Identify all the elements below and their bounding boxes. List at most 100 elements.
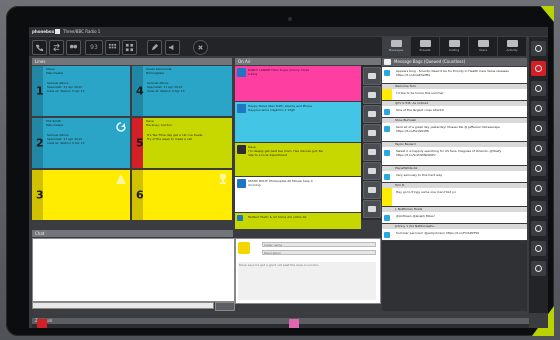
more-button[interactable] <box>531 261 546 276</box>
warning-icon <box>116 174 126 184</box>
twitter-icon <box>384 150 390 156</box>
twitter-icon <box>384 70 390 76</box>
chat-button[interactable] <box>531 201 546 216</box>
on-air-message[interactable]: Happy Steve likes Trafic Liberty and Pho… <box>235 102 361 142</box>
twitter-icon <box>384 109 390 115</box>
record-button[interactable] <box>531 121 546 136</box>
accept-button[interactable] <box>363 67 381 85</box>
on-air-message[interactable]: RANDY LANNIE Hello Super Johnny Amaz Lut… <box>235 66 361 101</box>
keypad-icon[interactable] <box>105 40 120 55</box>
print-button[interactable] <box>363 181 381 199</box>
refresh-icon[interactable] <box>115 121 127 133</box>
right-sidebar <box>529 37 548 313</box>
tablet-frame: phonebox Three/BBC Radio 1 93 Lines 1 St… <box>6 6 554 336</box>
queue-text: @Antheen @anaph Miles! <box>396 214 435 218</box>
queue-color-bar <box>382 89 392 100</box>
calling-icon <box>448 40 460 47</box>
line-tile-5[interactable]: 5 Dave Hackney, London It's Tea Time day… <box>132 118 232 168</box>
power-button[interactable] <box>531 81 546 96</box>
line-tile-1[interactable]: 1 Steve Manchester Samuel Atkins Special… <box>32 66 130 116</box>
queue-button[interactable] <box>363 143 381 161</box>
mail-icon <box>384 59 391 65</box>
queue-item[interactable]: @Antheen @anaph Miles! <box>382 212 527 223</box>
tab-activity[interactable]: Activity <box>498 37 527 56</box>
camera-dot <box>288 17 292 21</box>
tab-messages[interactable]: Messages <box>382 37 411 56</box>
call-notes[interactable]: Dave says he got a good cat past the are… <box>238 262 376 300</box>
chat-input[interactable] <box>32 302 214 309</box>
chat-log[interactable] <box>32 238 235 302</box>
reply-button[interactable] <box>531 141 546 156</box>
on-air-message[interactable]: Twitter! Fastic & lot home Am smtrs bit <box>235 213 361 229</box>
queue-title: Message Bags (Queued (Countless) <box>394 59 466 64</box>
queue-item[interactable]: Sweet 2 is happily searching for US fans… <box>382 147 527 165</box>
description-field[interactable]: Description <box>262 250 376 255</box>
trash-button[interactable] <box>37 319 47 328</box>
call-detail-panel: Caller name Description Dave says he got… <box>235 238 381 304</box>
mail-icon <box>390 40 402 47</box>
delete-button[interactable] <box>363 200 381 218</box>
alarm-button[interactable] <box>531 101 546 116</box>
list-button[interactable] <box>531 161 546 176</box>
hold-button[interactable] <box>363 86 381 104</box>
line-tile-6[interactable]: 6 <box>132 170 232 220</box>
transfer-icon[interactable] <box>49 40 64 55</box>
twitter-icon <box>237 179 246 188</box>
tab-label: Presets <box>419 48 431 52</box>
trophy-icon <box>220 174 226 184</box>
on-air-message[interactable]: STATIC ROUT: Philosophie 20 Mouse Carp 4… <box>235 177 361 212</box>
archive-button[interactable] <box>363 162 381 180</box>
tab-label: Calling <box>448 48 460 52</box>
twitter-icon <box>384 215 390 221</box>
mute-icon[interactable] <box>165 40 180 55</box>
main-toolbar: 93 <box>29 37 382 56</box>
phone-icon[interactable] <box>32 40 47 55</box>
pink-action-button[interactable] <box>289 319 299 328</box>
caller-detail: Samuel Atkins Specialist: 17 Apr 2013 Ca… <box>47 133 85 145</box>
queue-item[interactable]: Very seriously to this hard way <box>382 171 527 182</box>
queue-item[interactable]: I'd like to be home this summer <box>382 89 527 100</box>
caller-location: Hackney, London <box>146 123 172 127</box>
close-icon[interactable] <box>193 40 208 55</box>
queue-item[interactable]: Sent all of a great day yesterday! Musse… <box>382 123 527 141</box>
counter-display: 93 <box>85 40 103 55</box>
tab-calling[interactable]: Calling <box>440 37 469 56</box>
mail-button[interactable] <box>531 221 546 236</box>
caller-detail: It's Tea Time day get a cat coe treats T… <box>147 133 203 141</box>
settings-button[interactable] <box>531 41 546 56</box>
accent-corner-top <box>540 6 554 22</box>
note-button[interactable] <box>363 124 381 142</box>
line-number: 5 <box>136 136 144 150</box>
app-screen: phonebox Three/BBC Radio 1 93 Lines 1 St… <box>29 27 548 328</box>
tab-users[interactable]: Users <box>469 37 498 56</box>
chat-send-button[interactable] <box>215 302 235 311</box>
queue-item[interactable]: Summer percular! @jackjohnson https://t.… <box>382 229 527 240</box>
twitter-icon <box>237 104 246 113</box>
queue-text: Sent all of a great day yesterday! Musse… <box>396 125 500 133</box>
on-air-message[interactable]: Dave I'm deeply get past tea mom. Hes di… <box>235 143 361 176</box>
on-air-toggle[interactable] <box>531 61 546 76</box>
line-number: 3 <box>36 188 44 202</box>
line-tile-2[interactable]: 2 Phil Smith Manchester Samuel Atkins Sp… <box>32 118 130 168</box>
caller-location: Manchester <box>46 123 64 127</box>
tab-presets[interactable]: Presets <box>411 37 440 56</box>
queue-item[interactable]: Appears blog - Scientic Need it be for P… <box>382 67 527 83</box>
caller-name-field[interactable]: Caller name <box>262 242 376 247</box>
app-title: Three/BBC Radio 1 <box>63 29 101 34</box>
contacts-button[interactable] <box>531 241 546 256</box>
edit-icon[interactable] <box>147 40 162 55</box>
grid-icon[interactable] <box>122 40 137 55</box>
queue-item[interactable]: One of the largest cross Atlantic <box>382 106 527 117</box>
on-air-action-column <box>361 65 381 220</box>
twitter-icon <box>237 215 243 221</box>
forward-button[interactable] <box>363 105 381 123</box>
call-button[interactable] <box>531 181 546 196</box>
queue-item[interactable]: Hey go to fringy some one man Hold jor <box>382 188 527 206</box>
line-tile-3[interactable]: 3 <box>32 170 130 220</box>
queue-text: Very seriously to this hard way <box>396 173 443 177</box>
logo-mark-icon <box>55 29 60 34</box>
caller-location: Manchester <box>46 71 64 75</box>
line-tile-4[interactable]: 4 Sarah Simmonds Birmingham Samuel Atkin… <box>132 66 232 116</box>
message-text: Dave I'm deeply get past tea mom. Hes di… <box>248 145 323 157</box>
conference-icon[interactable] <box>66 40 81 55</box>
